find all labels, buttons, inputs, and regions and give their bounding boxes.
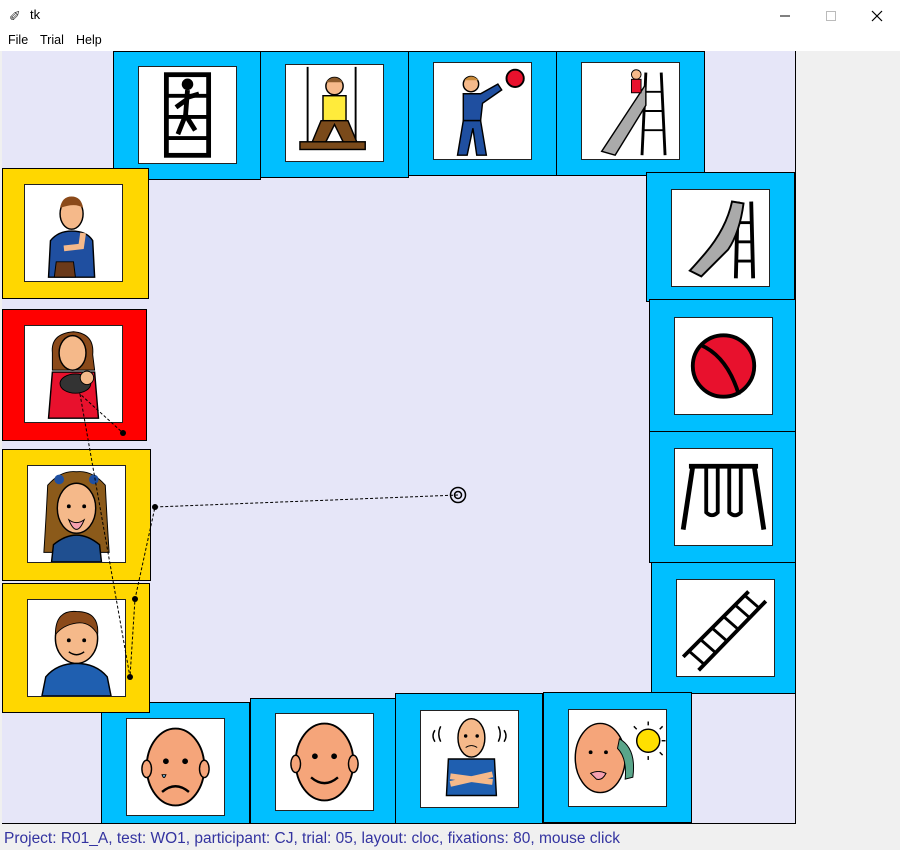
menu-file[interactable]: File: [8, 33, 28, 47]
symbol-board-canvas[interactable]: [2, 51, 796, 824]
minimize-icon: [780, 15, 790, 16]
menu-bar: File Trial Help: [0, 31, 900, 51]
fixation-point: [132, 596, 138, 602]
close-icon: [871, 10, 883, 21]
fixation-trace: [79, 392, 467, 680]
window-title: tk: [30, 7, 41, 22]
maximize-icon: [826, 10, 836, 21]
minimize-button[interactable]: [762, 0, 808, 31]
close-button[interactable]: [854, 0, 900, 31]
tk-feather-icon: ✐: [9, 8, 21, 24]
fixation-point: [127, 674, 133, 680]
fixation-path-line: [79, 392, 459, 678]
fixation-point: [120, 430, 126, 436]
title-bar: ✐ tk: [0, 0, 900, 31]
maximize-button[interactable]: [808, 0, 854, 31]
status-line: Project: R01_A, test: WO1, participant: …: [4, 830, 620, 847]
fixation-point: [152, 504, 158, 510]
menu-help[interactable]: Help: [76, 33, 102, 47]
menu-trial[interactable]: Trial: [40, 33, 64, 47]
